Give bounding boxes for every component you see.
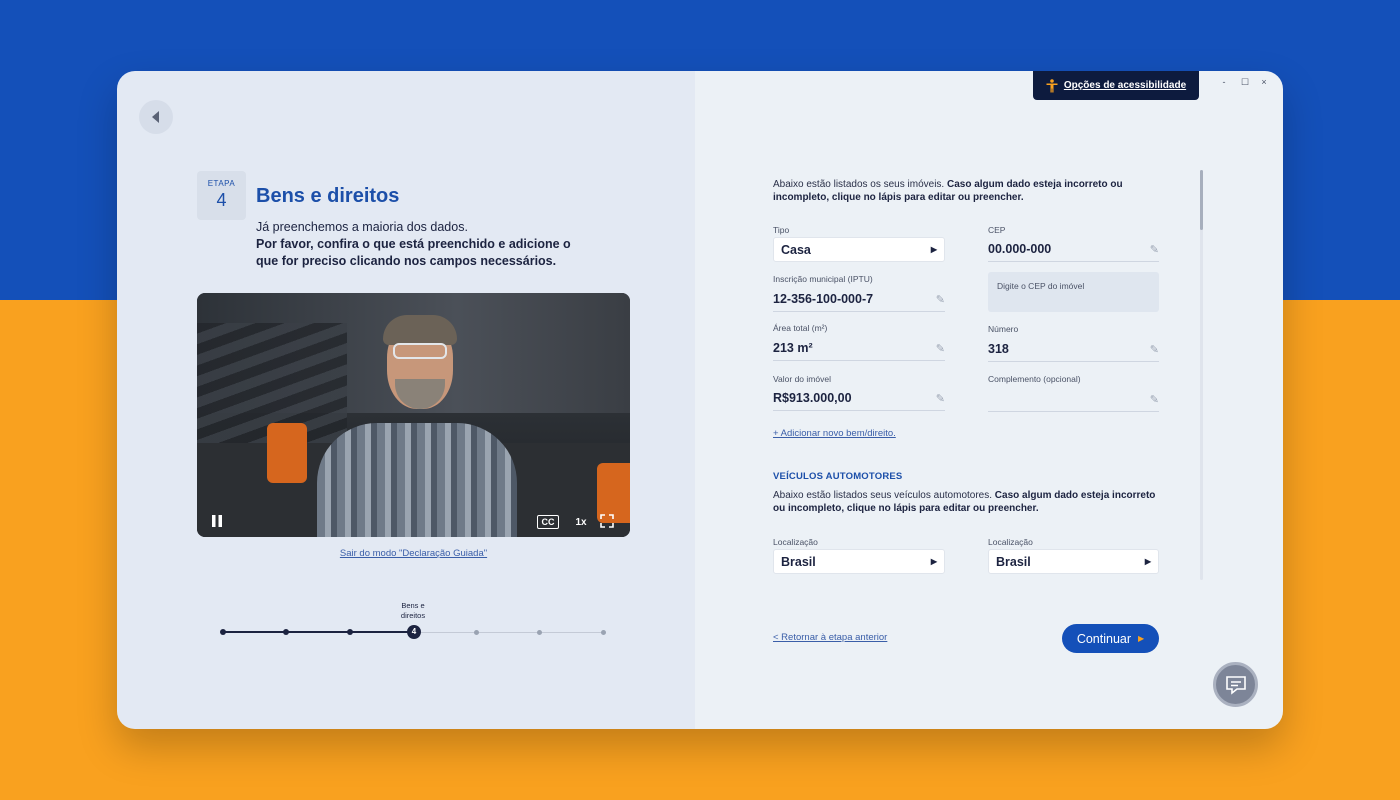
complemento-label: Complemento (opcional) xyxy=(988,374,1081,384)
progress-step-3 xyxy=(347,629,353,635)
tipo-select[interactable]: Casa ▶ xyxy=(773,237,945,262)
progress-step-current: 4 xyxy=(407,625,421,639)
progress-step-7 xyxy=(601,629,606,635)
iptu-field[interactable]: 12-356-100-000-7 ✎ xyxy=(773,287,945,312)
progress-step-6 xyxy=(537,629,542,635)
continue-label: Continuar xyxy=(1076,631,1132,646)
area-label: Área total (m²) xyxy=(773,323,828,333)
complemento-field[interactable]: ✎ xyxy=(988,387,1159,412)
pencil-icon[interactable]: ✎ xyxy=(1150,243,1159,256)
pause-button[interactable] xyxy=(209,513,225,529)
vehicle-location-label-1: Localização xyxy=(773,537,818,547)
progress-step-2 xyxy=(283,629,289,635)
app-window: ETAPA 4 Bens e direitos Já preenchemos a… xyxy=(117,71,1283,729)
back-arrow-icon xyxy=(152,111,159,123)
progress-current-label: Bens e direitos xyxy=(400,601,426,620)
valor-label: Valor do imóvel xyxy=(773,374,831,384)
close-button[interactable]: × xyxy=(1257,77,1271,87)
progress-stepper: 4 xyxy=(220,625,606,639)
progress-step-1 xyxy=(220,629,226,635)
vehicle-location-select-1[interactable]: Brasil ▶ xyxy=(773,549,945,574)
intro-text: Já preenchemos a maioria dos dados. xyxy=(256,220,468,234)
step-badge-label: ETAPA xyxy=(207,179,236,188)
caret-right-icon: ▶ xyxy=(930,245,937,254)
caret-right-icon: ▶ xyxy=(1138,634,1145,643)
exit-guided-mode-link[interactable]: Sair do modo "Declaração Guiada" xyxy=(117,548,710,559)
numero-label: Número xyxy=(988,324,1019,334)
step-badge: ETAPA 4 xyxy=(197,171,246,220)
pencil-icon[interactable]: ✎ xyxy=(1150,343,1159,356)
speed-button[interactable]: 1x xyxy=(572,515,590,529)
valor-field[interactable]: R$913.000,00 ✎ xyxy=(773,386,945,411)
pencil-icon[interactable]: ✎ xyxy=(936,342,945,355)
guide-panel: ETAPA 4 Bens e direitos Já preenchemos a… xyxy=(117,71,695,729)
pause-icon xyxy=(212,515,222,527)
caret-right-icon: ▶ xyxy=(1144,557,1151,566)
pencil-icon[interactable]: ✎ xyxy=(936,392,945,405)
captions-button[interactable]: CC xyxy=(537,515,559,529)
accessibility-options-label: Opções de acessibilidade xyxy=(1063,80,1187,91)
vehicles-section-title: VEÍCULOS AUTOMOTORES xyxy=(773,471,903,482)
presenter-image xyxy=(317,423,517,537)
minimize-button[interactable]: - xyxy=(1217,77,1231,87)
scrollbar-thumb[interactable] xyxy=(1200,170,1203,230)
pencil-icon[interactable]: ✎ xyxy=(1150,393,1159,406)
maximize-button[interactable]: ☐ xyxy=(1238,77,1252,88)
vehicle-location-label-2: Localização xyxy=(988,537,1033,547)
add-asset-link[interactable]: + Adicionar novo bem/direito. xyxy=(773,428,896,439)
numero-field[interactable]: 318 ✎ xyxy=(988,337,1159,362)
video-player[interactable]: CC 1x xyxy=(197,293,630,537)
cep-field[interactable]: 00.000-000 ✎ xyxy=(988,237,1159,262)
chat-icon xyxy=(1225,675,1246,695)
continue-button[interactable]: Continuar ▶ xyxy=(1062,624,1159,653)
accessibility-person-icon xyxy=(1046,78,1058,92)
cep-label: CEP xyxy=(988,225,1006,235)
step-intro: Já preenchemos a maioria dos dados. Por … xyxy=(256,219,586,270)
step-title: Bens e direitos xyxy=(256,185,400,207)
vehicle-location-select-2[interactable]: Brasil ▶ xyxy=(988,549,1159,574)
form-panel: Opções de acessibilidade - ☐ × Abaixo es… xyxy=(695,71,1283,729)
intro-bold-text: Por favor, confira o que está preenchido… xyxy=(256,237,571,268)
cep-help-box: Digite o CEP do imóvel xyxy=(988,272,1159,312)
return-previous-step-link[interactable]: < Retornar à etapa anterior xyxy=(773,632,887,643)
progress-step-5 xyxy=(474,629,479,635)
back-button[interactable] xyxy=(139,100,173,134)
caret-right-icon: ▶ xyxy=(930,557,937,566)
vehicles-description: Abaixo estão listados seus veículos auto… xyxy=(773,490,1156,514)
accessibility-options-button[interactable]: Opções de acessibilidade xyxy=(1033,71,1199,100)
fullscreen-icon xyxy=(600,514,614,528)
fullscreen-button[interactable] xyxy=(599,513,615,529)
iptu-label: Inscrição municipal (IPTU) xyxy=(773,274,873,284)
step-badge-number: 4 xyxy=(216,190,227,210)
form-scrollbar[interactable] xyxy=(1200,170,1203,580)
imoveis-description: Abaixo estão listados os seus imóveis. C… xyxy=(773,179,1123,203)
pencil-icon[interactable]: ✎ xyxy=(936,293,945,306)
tipo-label: Tipo xyxy=(773,225,790,235)
area-field[interactable]: 213 m² ✎ xyxy=(773,336,945,361)
chat-button[interactable] xyxy=(1213,662,1258,707)
